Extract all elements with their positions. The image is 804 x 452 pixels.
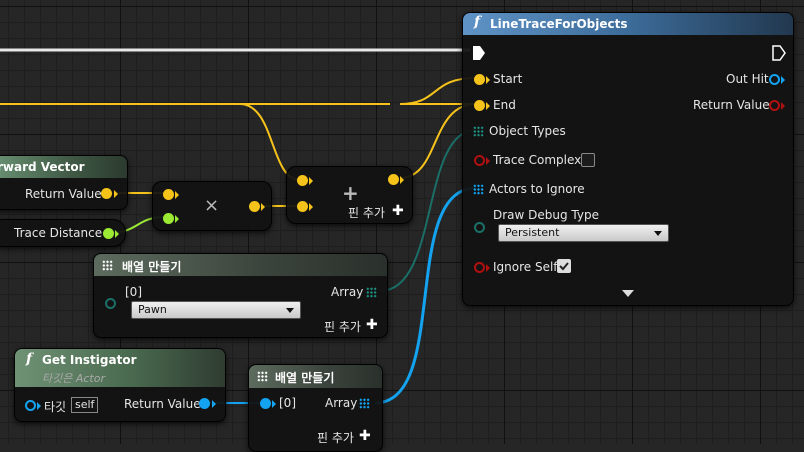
trace-distance-node[interactable]: Trace Distance (0, 219, 126, 247)
pin-arrow (781, 102, 785, 110)
trace-complex-pin[interactable] (474, 155, 485, 166)
chevron-down-icon (654, 231, 662, 236)
object-type-dropdown[interactable]: Pawn (131, 301, 301, 319)
pin-arrow (272, 400, 276, 408)
array-output-pin[interactable] (359, 398, 370, 409)
array-element-0-pin[interactable] (105, 298, 116, 309)
target-self-box: self (71, 397, 99, 413)
trace-distance-pin[interactable] (103, 228, 114, 239)
out-hit-label: Out Hit (726, 72, 769, 86)
make-array-icon (102, 260, 113, 271)
get-instigator-node[interactable]: f Get Instigator 타깃은 Actor 타깃 self Retur… (14, 348, 226, 422)
pin-arrow (486, 102, 490, 110)
node-title: 배열 만들기 (122, 260, 182, 274)
return-value-pin[interactable] (101, 188, 112, 199)
pin-arrow (37, 402, 41, 410)
add-symbol: + (342, 181, 359, 205)
pin-arrow (175, 191, 179, 199)
make-array-icon (257, 371, 268, 382)
node-title: rward Vector (0, 160, 85, 174)
draw-debug-type-dropdown[interactable]: Persistent (498, 224, 669, 242)
object-types-pin[interactable] (473, 126, 484, 137)
pin-arrow (114, 190, 118, 198)
array-element-0-pin[interactable] (260, 398, 271, 409)
ignore-self-label: Ignore Self (493, 260, 558, 274)
add-node[interactable]: + 핀 추가 ✚ (286, 166, 413, 224)
dropdown-value: Pawn (138, 303, 167, 316)
forward-vector-node[interactable]: rward Vector Return Value (0, 155, 128, 210)
expand-advanced-chevron-icon[interactable] (622, 290, 634, 297)
actors-to-ignore-pin[interactable] (473, 184, 484, 195)
array-output-pin[interactable] (366, 287, 377, 298)
return-value-label: Return Value (25, 187, 102, 201)
ignore-self-checkbox[interactable] (557, 259, 571, 273)
object-types-label: Object Types (489, 124, 566, 138)
add-pin-label[interactable]: 핀 추가 (348, 204, 385, 221)
function-icon: f (26, 351, 33, 367)
array-label: Array (331, 285, 364, 299)
draw-debug-type-pin[interactable] (474, 222, 485, 233)
pin-arrow (309, 203, 313, 211)
multiply-input-a-pin[interactable] (163, 189, 174, 200)
exec-in-pin[interactable] (472, 45, 486, 61)
return-value-label: Return Value (693, 98, 770, 112)
function-icon: f (474, 14, 481, 30)
add-pin-label[interactable]: 핀 추가 (324, 318, 361, 335)
actors-to-ignore-label: Actors to Ignore (489, 182, 585, 196)
target-label: 타깃 (44, 400, 67, 414)
trace-complex-label: Trace Complex (493, 153, 582, 167)
add-pin-plus-icon[interactable]: ✚ (392, 204, 404, 218)
pin-arrow (781, 76, 785, 84)
multiply-input-b-pin[interactable] (163, 213, 174, 224)
draw-debug-type-label: Draw Debug Type (493, 208, 599, 222)
checkmark-icon (559, 262, 569, 271)
chevron-down-icon (286, 308, 294, 313)
start-label: Start (493, 72, 523, 86)
node-title: LineTraceForObjects (490, 17, 628, 31)
return-value-label: Return Value (124, 397, 201, 411)
node-title: Get Instigator (42, 353, 137, 367)
line-trace-node[interactable]: f LineTraceForObjects Start End Object T… (462, 12, 794, 306)
add-input-b-pin[interactable] (297, 201, 308, 212)
self-value: self (71, 397, 99, 413)
return-value-pin[interactable] (199, 398, 210, 409)
dropdown-value: Persistent (505, 226, 560, 239)
target-pin[interactable] (25, 400, 36, 411)
end-pin[interactable] (474, 100, 485, 111)
node-subtitle: 타깃은 Actor (42, 372, 105, 385)
multiply-node[interactable]: × (152, 181, 272, 231)
add-pin-plus-icon[interactable]: ✚ (366, 318, 378, 332)
trace-complex-checkbox[interactable] (581, 153, 595, 167)
pin-arrow (486, 76, 490, 84)
trace-distance-label: Trace Distance (14, 226, 103, 240)
out-hit-pin[interactable] (769, 74, 780, 85)
return-value-pin[interactable] (769, 100, 780, 111)
pin-arrow (212, 400, 216, 408)
array-label: Array (325, 396, 358, 410)
make-array-node-2[interactable]: 배열 만들기 [0] Array 핀 추가 ✚ (248, 364, 383, 452)
add-pin-plus-icon[interactable]: ✚ (359, 429, 371, 443)
multiply-output-pin[interactable] (249, 201, 260, 212)
pin-arrow (400, 176, 404, 184)
pin-arrow (486, 264, 490, 272)
make-array-node-1[interactable]: 배열 만들기 [0] Pawn Array 핀 추가 ✚ (93, 253, 388, 338)
add-input-a-pin[interactable] (297, 175, 308, 186)
pin-arrow (115, 230, 119, 238)
index-label: [0] (279, 396, 296, 410)
multiply-symbol: × (204, 195, 220, 216)
node-title: 배열 만들기 (275, 371, 335, 385)
start-pin[interactable] (474, 74, 485, 85)
exec-out-pin[interactable] (772, 45, 786, 61)
pin-arrow (261, 203, 265, 211)
pin-arrow (175, 215, 179, 223)
add-pin-label[interactable]: 핀 추가 (317, 429, 354, 446)
end-label: End (493, 98, 516, 112)
index-label: [0] (125, 285, 142, 299)
pin-arrow (486, 157, 490, 165)
ignore-self-pin[interactable] (474, 262, 485, 273)
pin-arrow (309, 177, 313, 185)
add-output-pin[interactable] (388, 174, 399, 185)
